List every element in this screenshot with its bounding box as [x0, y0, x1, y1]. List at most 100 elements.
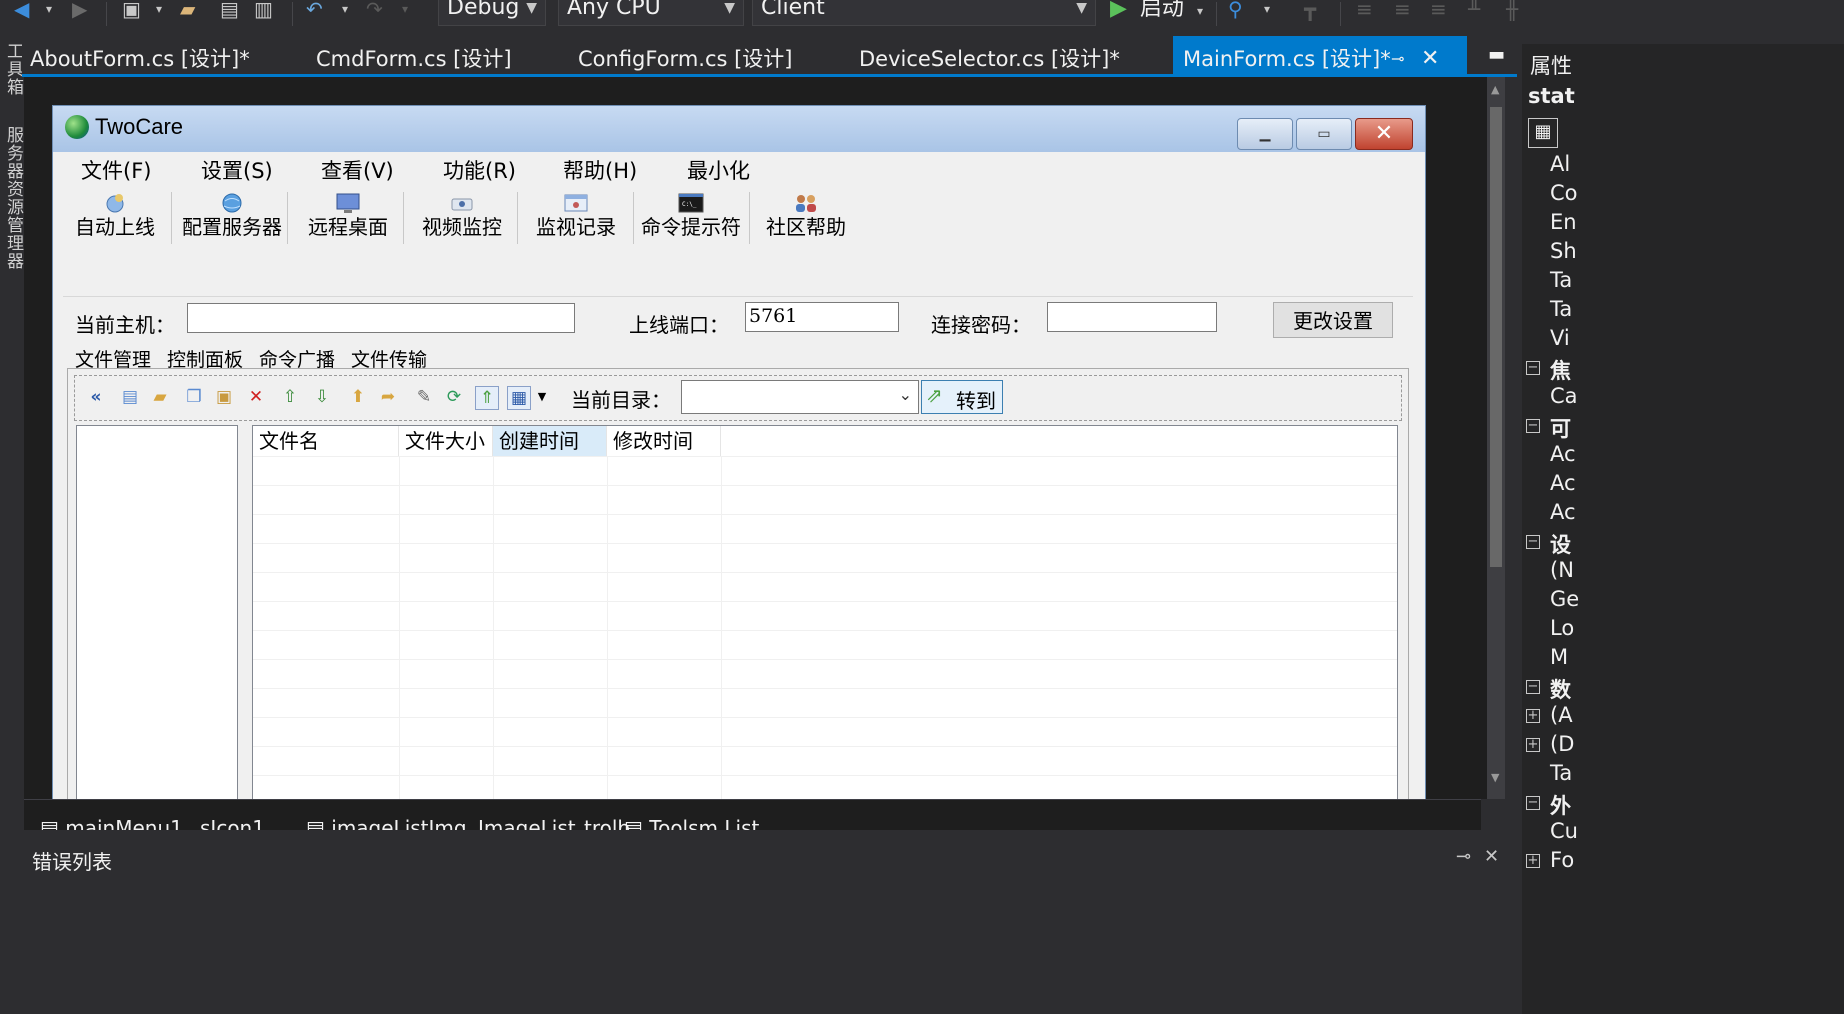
file-list[interactable]: 文件名 文件大小 创建时间 修改时间 [252, 425, 1398, 799]
designer-scrollbar[interactable]: ▲ ▼ [1487, 77, 1505, 799]
host-input[interactable] [187, 303, 575, 333]
expand-icon[interactable]: + [1526, 854, 1540, 868]
align-top-icon[interactable]: ╨ [1468, 0, 1480, 22]
new-project-icon[interactable]: ▣ [122, 0, 141, 22]
current-dir-combo[interactable]: ⌄ [681, 380, 919, 414]
remote-desktop-button[interactable]: 远程桌面 [299, 188, 397, 248]
startup-project-combo[interactable]: Client ▼ [752, 0, 1096, 26]
start-debug-button[interactable]: ▶ 启动 ▾ [1110, 0, 1203, 24]
collapse-icon[interactable]: − [1526, 796, 1540, 810]
save-icon[interactable]: ▤ [220, 0, 239, 22]
scroll-down-icon[interactable]: ▼ [1491, 771, 1499, 784]
undo-icon[interactable]: ↶ [306, 0, 323, 22]
menu-settings[interactable]: 设置(S) [201, 154, 273, 188]
back-dropdown-icon[interactable]: ▾ [46, 0, 52, 22]
close-button[interactable]: ✕ [1355, 118, 1413, 150]
password-input[interactable] [1047, 302, 1217, 332]
property-category[interactable]: 焦 [1550, 355, 1571, 385]
config-server-button[interactable]: 配置服务器 [177, 188, 287, 248]
delete-icon[interactable]: ✕ [245, 386, 267, 408]
align-middle-icon[interactable]: ╫ [1506, 0, 1518, 22]
property-row[interactable]: (N [1550, 558, 1574, 582]
align-icon[interactable]: ┳ [1304, 0, 1316, 22]
property-row[interactable]: Ac [1550, 500, 1576, 524]
port-input[interactable]: 5761 [745, 302, 899, 332]
download-icon[interactable]: ⇩ [311, 386, 333, 408]
chevron-down-icon[interactable]: ▼ [531, 386, 553, 408]
column-header-modified[interactable]: 修改时间 [607, 426, 721, 456]
align-left-icon[interactable]: ≡ [1356, 0, 1373, 22]
selected-object-name[interactable]: stat [1528, 84, 1575, 108]
find-dropdown-icon[interactable]: ▾ [1264, 0, 1270, 22]
new-dropdown-icon[interactable]: ▾ [156, 0, 162, 22]
collapse-icon[interactable]: − [1526, 419, 1540, 433]
tab-cmdform[interactable]: CmdForm.cs [设计] [316, 36, 512, 74]
menu-function[interactable]: 功能(R) [443, 154, 516, 188]
open-folder-icon[interactable]: ▰ [180, 0, 195, 22]
property-row[interactable]: Ge [1550, 587, 1579, 611]
forward-icon[interactable]: ▶ [72, 0, 87, 22]
redo-dropdown-icon[interactable]: ▾ [402, 0, 408, 22]
property-row[interactable]: M [1550, 645, 1568, 669]
back-icon[interactable]: ◀ [14, 0, 29, 22]
collapse-icon[interactable]: « [85, 386, 107, 408]
expand-icon[interactable]: + [1526, 738, 1540, 752]
minimize-button[interactable]: ▁ [1237, 118, 1293, 150]
property-row[interactable]: Co [1550, 181, 1578, 205]
property-category[interactable]: 可 [1550, 413, 1571, 443]
scrollbar-thumb[interactable] [1490, 107, 1502, 567]
maximize-button[interactable]: ▭ [1296, 118, 1352, 150]
menu-view[interactable]: 查看(V) [321, 154, 394, 188]
property-row[interactable]: (A [1550, 703, 1573, 727]
redo-icon[interactable]: ↷ [366, 0, 383, 22]
new-folder-icon[interactable]: ▰ [149, 386, 171, 408]
undo-dropdown-icon[interactable]: ▾ [342, 0, 348, 22]
property-row[interactable]: Al [1550, 152, 1570, 176]
property-row[interactable]: Lo [1550, 616, 1574, 640]
tray-item-toolsm[interactable]: ▤ Toolsm List [624, 816, 759, 830]
property-row[interactable]: En [1550, 210, 1577, 234]
video-monitor-button[interactable]: 视频监控 [413, 188, 511, 248]
find-icon[interactable]: ⚲ [1228, 0, 1243, 22]
folder-move-icon[interactable]: ➦ [377, 386, 399, 408]
scroll-up-icon[interactable]: ▲ [1491, 83, 1499, 96]
go-up-icon[interactable]: ⇑ [475, 386, 499, 410]
property-row[interactable]: Vi [1550, 326, 1570, 350]
folder-tree[interactable] [76, 425, 238, 799]
tab-deviceselector[interactable]: DeviceSelector.cs [设计]* [859, 36, 1120, 74]
upload-icon[interactable]: ⇧ [279, 386, 301, 408]
platform-combo[interactable]: Any CPU ▼ [558, 0, 744, 26]
view-mode-icon[interactable]: ▦ [507, 386, 531, 410]
menu-help[interactable]: 帮助(H) [563, 154, 637, 188]
error-list-title[interactable]: 错误列表 [32, 846, 112, 875]
folder-up-icon[interactable]: ⬆ [347, 386, 369, 408]
goto-button[interactable]: ⇗ 转到 [921, 380, 1003, 414]
property-row[interactable]: (D [1550, 732, 1574, 756]
expand-icon[interactable]: + [1526, 709, 1540, 723]
tray-item-imagelist[interactable]: ImageList [478, 816, 576, 830]
property-row[interactable]: Sh [1550, 239, 1577, 263]
monitor-log-button[interactable]: 监视记录 [527, 188, 625, 248]
property-row[interactable]: Fo [1550, 848, 1574, 872]
tray-item-mainmenu[interactable]: ▤ mainMenu1 [40, 816, 183, 830]
property-row[interactable]: Ac [1550, 471, 1576, 495]
tray-item-sicon[interactable]: sIcon1 [200, 816, 265, 830]
tab-aboutform[interactable]: AboutForm.cs [设计]* [30, 36, 250, 74]
copy-icon[interactable]: ❐ [183, 386, 205, 408]
tab-overflow-icon[interactable]: ▬ [1488, 44, 1505, 65]
tab-configform[interactable]: ConfigForm.cs [设计] [578, 36, 793, 74]
align-center-icon[interactable]: ≡ [1394, 0, 1411, 22]
new-file-icon[interactable]: ▤ [119, 386, 141, 408]
property-row[interactable]: Ta [1550, 761, 1572, 785]
rename-icon[interactable]: ✎ [413, 386, 435, 408]
menu-minimize[interactable]: 最小化 [687, 154, 750, 188]
tab-mainform[interactable]: MainForm.cs [设计]* ⊸ ✕ [1173, 36, 1467, 74]
column-header-filename[interactable]: 文件名 [253, 426, 399, 456]
collapse-icon[interactable]: − [1526, 361, 1540, 375]
auto-online-button[interactable]: 自动上线 [67, 188, 163, 248]
property-row[interactable]: Ta [1550, 297, 1572, 321]
collapse-icon[interactable]: − [1526, 680, 1540, 694]
column-header-filesize[interactable]: 文件大小 [399, 426, 493, 456]
config-combo[interactable]: Debug ▼ [438, 0, 546, 26]
property-category[interactable]: 数 [1550, 674, 1571, 704]
